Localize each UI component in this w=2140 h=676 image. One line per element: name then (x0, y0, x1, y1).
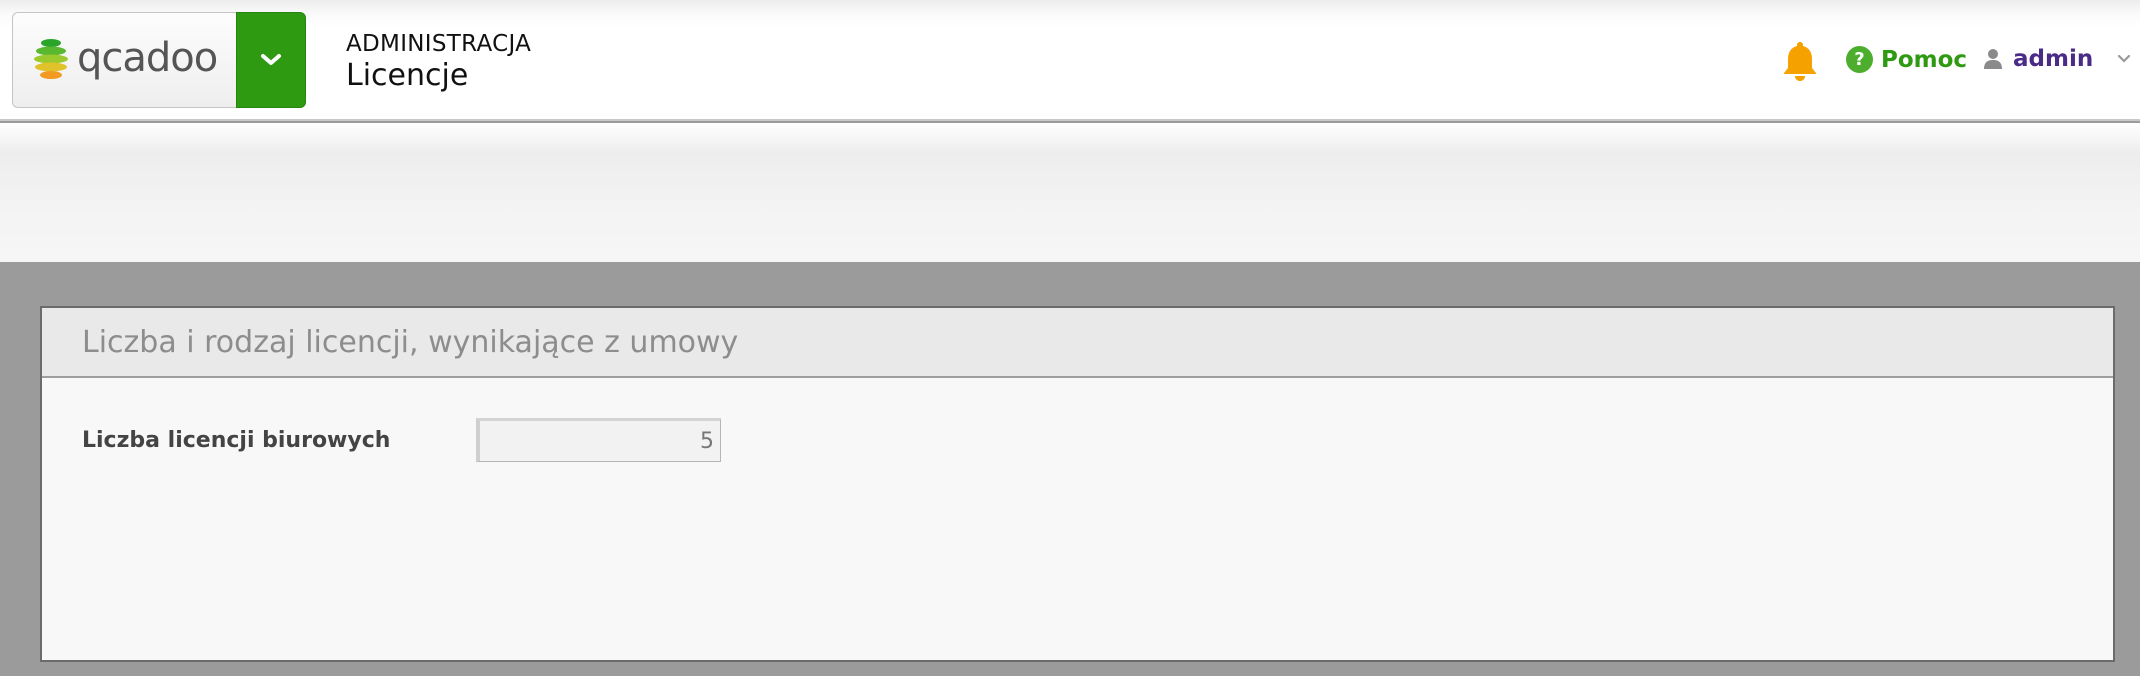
license-panel: Liczba i rodzaj licencji, wynikające z u… (40, 306, 2115, 662)
page-title: Licencje (346, 58, 469, 93)
chevron-down-icon (261, 54, 281, 65)
breadcrumb: ADMINISTRACJA (346, 31, 532, 57)
main-menu-toggle-button[interactable] (236, 12, 306, 108)
chevron-down-icon (2118, 54, 2131, 63)
user-menu[interactable]: admin (1983, 46, 2131, 72)
top-header: qcadoo ADMINISTRACJA Licencje ? Pomoc ad… (0, 0, 2140, 121)
office-licenses-label: Liczba licencji biurowych (82, 427, 391, 453)
question-circle-icon: ? (1846, 46, 1873, 73)
office-licenses-field-row: Liczba licencji biurowych (82, 418, 721, 462)
help-label: Pomoc (1881, 46, 1968, 73)
help-link[interactable]: ? Pomoc (1846, 46, 1967, 73)
bell-icon[interactable] (1782, 40, 1818, 82)
logo-text: qcadoo (77, 35, 218, 81)
ribbon-toolbar (0, 123, 2140, 262)
user-name: admin (2013, 46, 2094, 72)
qcadoo-logo-icon (34, 39, 68, 79)
panel-header: Liczba i rodzaj licencji, wynikające z u… (42, 308, 2113, 378)
panel-title: Liczba i rodzaj licencji, wynikające z u… (82, 324, 739, 360)
logo[interactable]: qcadoo (12, 12, 237, 108)
user-icon (1984, 49, 2002, 69)
office-licenses-input[interactable] (476, 418, 721, 462)
